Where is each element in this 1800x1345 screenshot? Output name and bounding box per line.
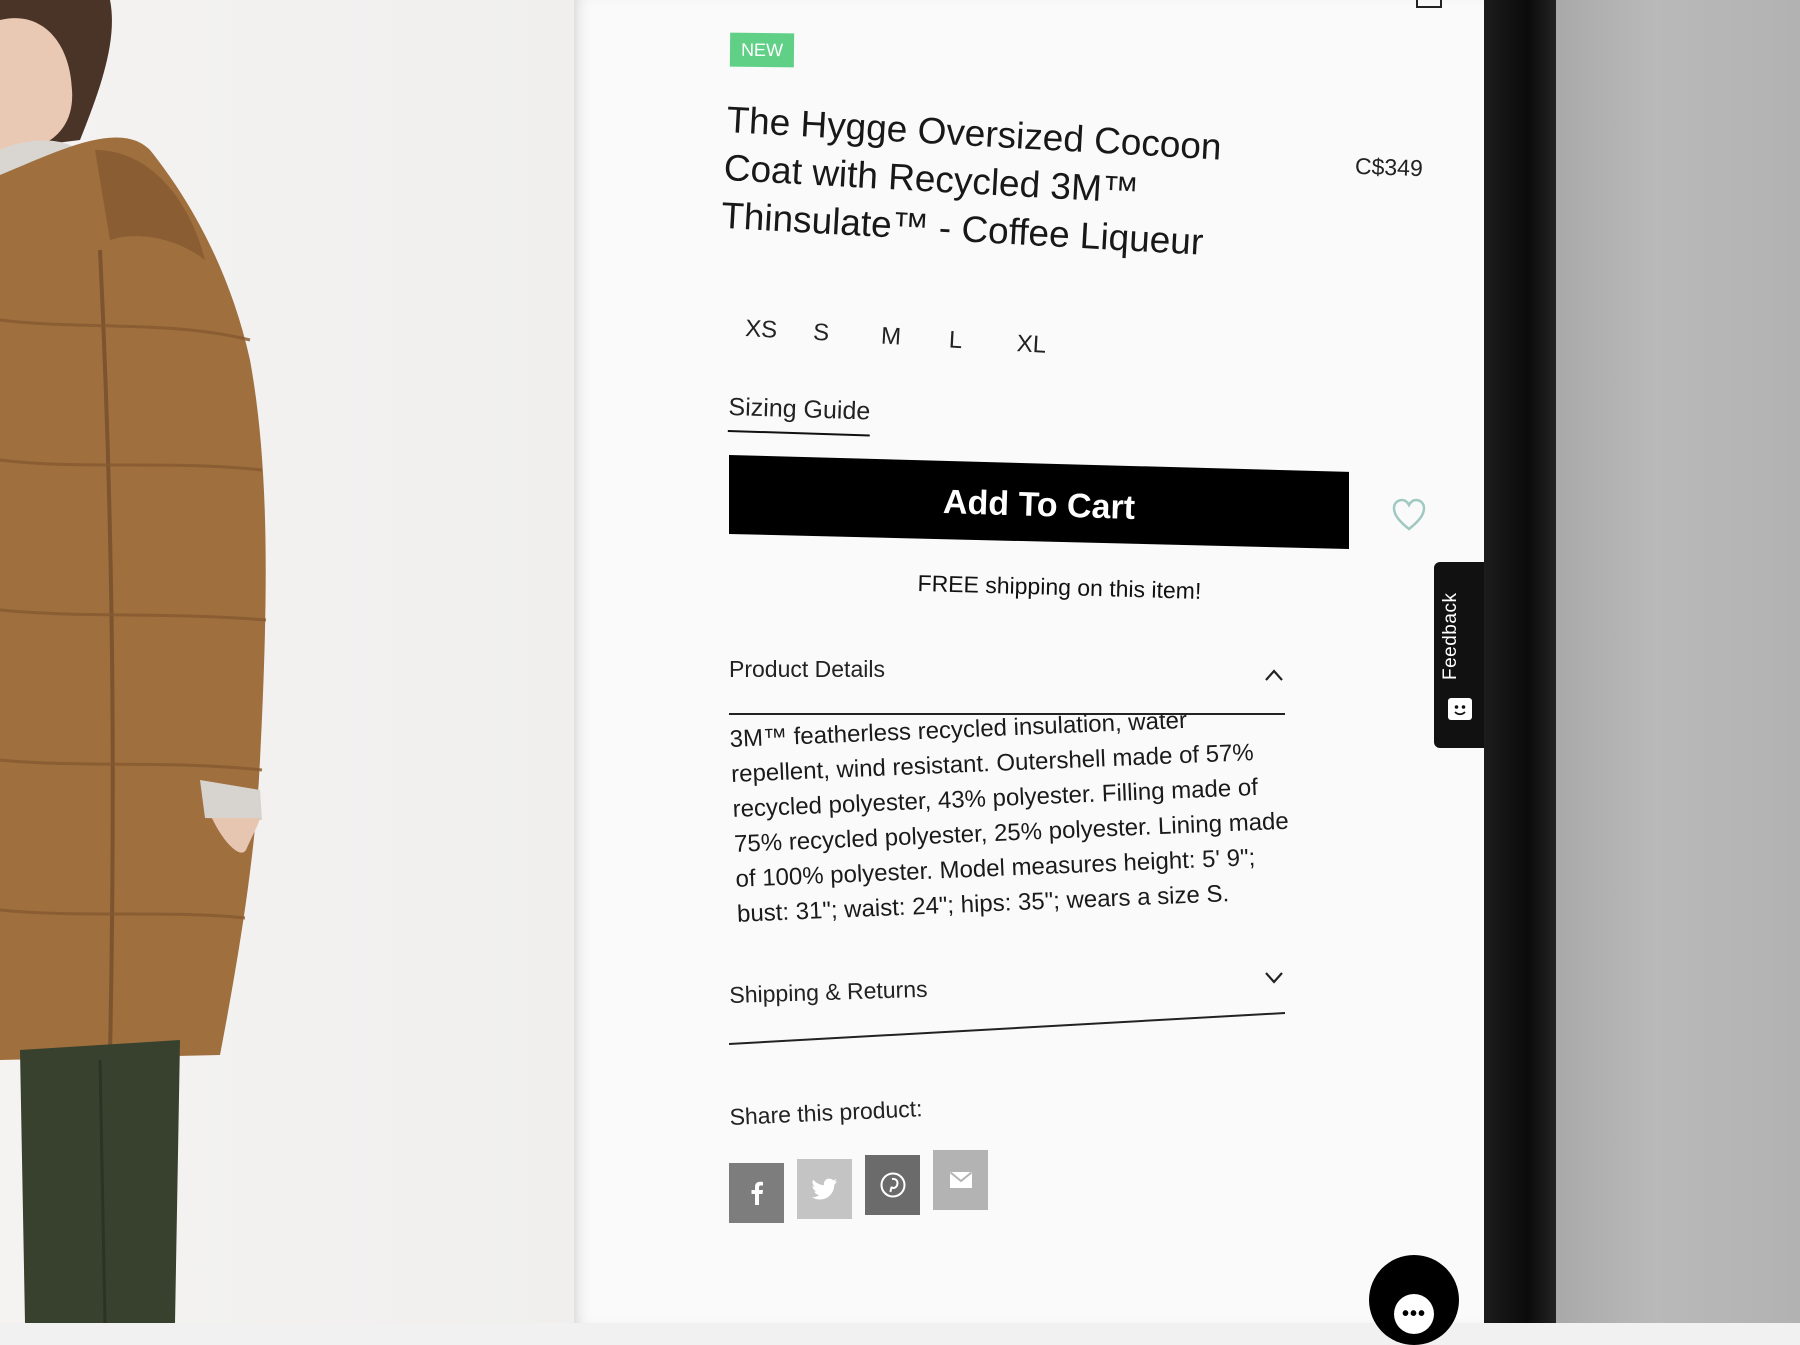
size-option-xs[interactable]: XS — [744, 315, 813, 347]
chat-button[interactable]: ••• — [1369, 1255, 1459, 1345]
chevron-up-icon[interactable] — [1264, 668, 1284, 682]
shipping-returns-label: Shipping & Returns — [729, 975, 928, 1008]
monitor-bezel — [1484, 0, 1556, 1323]
feedback-tab[interactable]: Feedback — [1434, 562, 1484, 748]
chat-icon: ••• — [1394, 1294, 1434, 1334]
facebook-icon — [751, 1181, 763, 1205]
cart-icon[interactable] — [1416, 0, 1442, 8]
new-badge: NEW — [729, 32, 795, 68]
chevron-down-icon[interactable] — [1264, 970, 1284, 984]
size-option-s[interactable]: S — [812, 319, 881, 351]
product-details-toggle[interactable]: Product Details — [729, 656, 1285, 683]
size-option-xl[interactable]: XL — [1016, 330, 1085, 362]
share-email-button[interactable] — [933, 1150, 988, 1210]
share-pinterest-button[interactable] — [865, 1155, 920, 1215]
add-to-cart-label: Add To Cart — [942, 482, 1136, 527]
twitter-icon — [811, 1178, 837, 1200]
feedback-label: Feedback — [1440, 592, 1461, 680]
sizing-guide-link[interactable]: Sizing Guide — [727, 393, 871, 437]
product-price: C$349 — [1354, 152, 1424, 182]
coat-model-illustration — [0, 0, 267, 1323]
background-wall — [1556, 0, 1800, 1323]
feedback-face-icon — [1448, 698, 1472, 720]
email-icon — [949, 1171, 972, 1188]
share-facebook-button[interactable] — [729, 1163, 784, 1223]
product-details-label: Product Details — [729, 656, 885, 682]
size-option-m[interactable]: M — [880, 323, 949, 355]
shipping-divider — [729, 1012, 1286, 1045]
wishlist-heart-icon[interactable] — [1391, 497, 1427, 533]
product-details-body: 3M™ featherless recycled insulation, wat… — [729, 706, 1290, 928]
product-photo — [0, 0, 574, 1323]
size-option-l[interactable]: L — [948, 326, 1017, 358]
share-twitter-button[interactable] — [797, 1159, 852, 1219]
pinterest-icon — [880, 1172, 905, 1198]
